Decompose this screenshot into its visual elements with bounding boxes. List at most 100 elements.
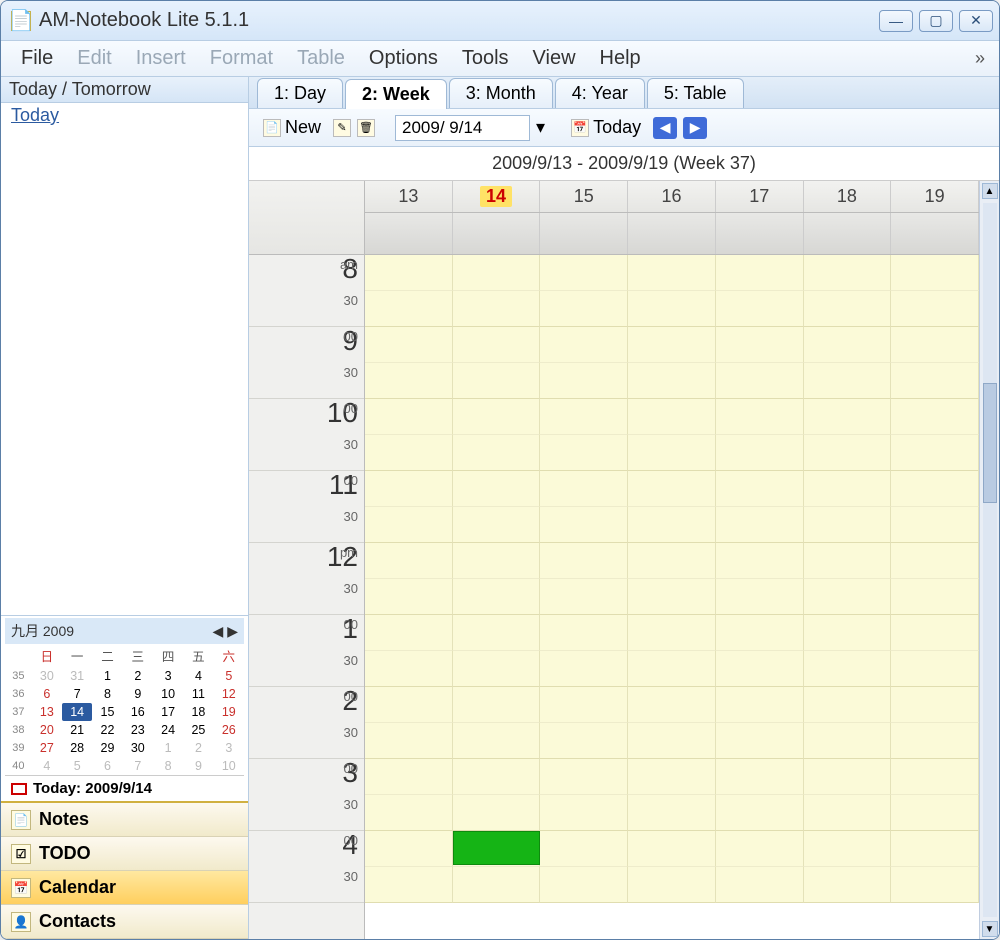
- time-slot[interactable]: [891, 831, 979, 867]
- minical-day[interactable]: 31: [62, 667, 92, 685]
- time-slot[interactable]: [453, 435, 541, 471]
- day-header[interactable]: 16: [628, 181, 716, 212]
- time-slot[interactable]: [540, 435, 628, 471]
- minical-day[interactable]: 21: [62, 721, 92, 739]
- time-slot[interactable]: [716, 759, 804, 795]
- time-slot[interactable]: [453, 399, 541, 435]
- tab-table[interactable]: 5: Table: [647, 78, 744, 108]
- time-slot[interactable]: [540, 291, 628, 327]
- time-slot[interactable]: [891, 759, 979, 795]
- new-button[interactable]: 📄 New: [257, 115, 327, 140]
- time-slot[interactable]: [453, 795, 541, 831]
- menu-overflow-icon[interactable]: »: [969, 48, 991, 69]
- time-slot[interactable]: [804, 399, 892, 435]
- time-slot[interactable]: [540, 399, 628, 435]
- minical-day[interactable]: 11: [183, 685, 213, 703]
- delete-icon[interactable]: 🗑: [357, 119, 375, 137]
- time-slot[interactable]: [453, 687, 541, 723]
- time-slot[interactable]: [804, 255, 892, 291]
- time-slot[interactable]: [365, 291, 453, 327]
- minical-day[interactable]: 19: [214, 703, 244, 721]
- menu-edit[interactable]: Edit: [65, 43, 123, 74]
- time-slot[interactable]: [453, 867, 541, 903]
- time-slot[interactable]: [540, 651, 628, 687]
- time-slot[interactable]: [804, 291, 892, 327]
- minical-prev-icon[interactable]: ◀: [212, 623, 223, 640]
- minical-day[interactable]: 14: [62, 703, 92, 721]
- prev-week-button[interactable]: ◀: [653, 117, 677, 139]
- time-slot[interactable]: [365, 579, 453, 615]
- time-slot[interactable]: [628, 363, 716, 399]
- minical-day[interactable]: 16: [123, 703, 153, 721]
- time-slot[interactable]: [628, 579, 716, 615]
- time-slot[interactable]: [540, 687, 628, 723]
- time-slot[interactable]: [540, 723, 628, 759]
- minical-day[interactable]: 3: [153, 667, 183, 685]
- time-slot[interactable]: [365, 507, 453, 543]
- time-slot[interactable]: [804, 579, 892, 615]
- minical-day[interactable]: 13: [32, 703, 62, 721]
- minical-day[interactable]: 1: [92, 667, 122, 685]
- time-slot[interactable]: [804, 759, 892, 795]
- minical-day[interactable]: 7: [123, 757, 153, 775]
- minical-day[interactable]: 6: [32, 685, 62, 703]
- time-slot[interactable]: [804, 543, 892, 579]
- time-slot[interactable]: [365, 399, 453, 435]
- time-slot[interactable]: [540, 795, 628, 831]
- minical-day[interactable]: 4: [183, 667, 213, 685]
- menu-tools[interactable]: Tools: [450, 43, 521, 74]
- time-slot[interactable]: [891, 579, 979, 615]
- minical-day[interactable]: 23: [123, 721, 153, 739]
- time-slot[interactable]: [628, 543, 716, 579]
- time-slot[interactable]: [365, 363, 453, 399]
- time-slot[interactable]: [716, 291, 804, 327]
- time-slot[interactable]: [804, 363, 892, 399]
- close-button[interactable]: ✕: [959, 10, 993, 32]
- tab-year[interactable]: 4: Year: [555, 78, 645, 108]
- nav-notes[interactable]: 📄 Notes: [1, 803, 248, 837]
- time-slot[interactable]: [540, 831, 628, 867]
- time-slot[interactable]: [453, 291, 541, 327]
- next-week-button[interactable]: ▶: [683, 117, 707, 139]
- time-slot[interactable]: [365, 795, 453, 831]
- scroll-down-icon[interactable]: ▼: [982, 921, 998, 937]
- time-slot[interactable]: [540, 363, 628, 399]
- time-slot[interactable]: [453, 471, 541, 507]
- day-header[interactable]: 19: [891, 181, 979, 212]
- minical-day[interactable]: 17: [153, 703, 183, 721]
- time-slot[interactable]: [716, 255, 804, 291]
- time-slot[interactable]: [628, 615, 716, 651]
- time-slot[interactable]: [540, 471, 628, 507]
- time-slot[interactable]: [628, 687, 716, 723]
- time-slot[interactable]: [804, 867, 892, 903]
- time-slot[interactable]: [716, 507, 804, 543]
- titlebar[interactable]: 📄 AM-Notebook Lite 5.1.1 — ▢ ✕: [1, 1, 999, 41]
- minical-day[interactable]: 15: [92, 703, 122, 721]
- time-slot[interactable]: [716, 831, 804, 867]
- minical-day[interactable]: 3: [214, 739, 244, 757]
- time-slot[interactable]: [716, 363, 804, 399]
- minical-day[interactable]: 18: [183, 703, 213, 721]
- time-slot[interactable]: [804, 795, 892, 831]
- minical-day[interactable]: 1: [153, 739, 183, 757]
- minical-day[interactable]: 12: [214, 685, 244, 703]
- time-slot-grid[interactable]: [365, 255, 979, 903]
- time-slot[interactable]: [540, 507, 628, 543]
- time-slot[interactable]: [716, 687, 804, 723]
- time-slot[interactable]: [365, 651, 453, 687]
- time-slot[interactable]: [365, 255, 453, 291]
- time-slot[interactable]: [365, 543, 453, 579]
- minical-day[interactable]: 5: [214, 667, 244, 685]
- time-slot[interactable]: [365, 831, 453, 867]
- menu-insert[interactable]: Insert: [124, 43, 198, 74]
- scroll-up-icon[interactable]: ▲: [982, 183, 998, 199]
- time-slot[interactable]: [716, 399, 804, 435]
- time-slot[interactable]: [804, 435, 892, 471]
- tab-month[interactable]: 3: Month: [449, 78, 553, 108]
- maximize-button[interactable]: ▢: [919, 10, 953, 32]
- time-slot[interactable]: [804, 723, 892, 759]
- minical-day[interactable]: 9: [183, 757, 213, 775]
- time-slot[interactable]: [716, 723, 804, 759]
- time-slot[interactable]: [716, 651, 804, 687]
- minical-next-icon[interactable]: ▶: [227, 623, 238, 640]
